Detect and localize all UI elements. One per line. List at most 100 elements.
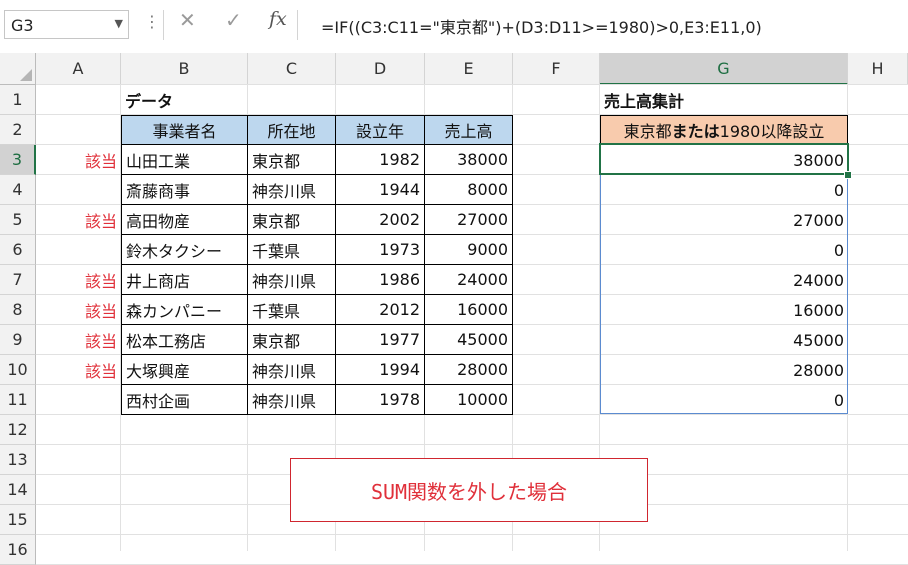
summary-value[interactable]: 0 bbox=[600, 235, 848, 265]
summary-title[interactable]: 売上高集計 bbox=[600, 85, 848, 115]
select-all-icon bbox=[20, 69, 32, 81]
cell-sales[interactable]: 16000 bbox=[425, 295, 513, 325]
match-flag[interactable]: 該当 bbox=[36, 295, 121, 325]
summary-value[interactable]: 16000 bbox=[600, 295, 848, 325]
cell-location[interactable]: 神奈川県 bbox=[248, 265, 336, 295]
summary-value[interactable]: 24000 bbox=[600, 265, 848, 295]
row-header-8[interactable]: 8 bbox=[0, 295, 36, 325]
cell-sales[interactable]: 8000 bbox=[425, 175, 513, 205]
cell-sales[interactable]: 27000 bbox=[425, 205, 513, 235]
match-flag[interactable]: 該当 bbox=[36, 265, 121, 295]
cell-location[interactable]: 神奈川県 bbox=[248, 175, 336, 205]
select-all-corner[interactable] bbox=[0, 53, 36, 85]
summary-value[interactable]: 27000 bbox=[600, 205, 848, 235]
header-sales[interactable]: 売上高 bbox=[425, 115, 513, 145]
fill-handle[interactable] bbox=[844, 171, 852, 179]
row-header-9[interactable]: 9 bbox=[0, 325, 36, 355]
name-box[interactable]: G3 ▼ bbox=[4, 10, 129, 39]
cell-sales[interactable]: 24000 bbox=[425, 265, 513, 295]
cell-sales[interactable]: 38000 bbox=[425, 145, 513, 175]
match-flag[interactable]: 該当 bbox=[36, 205, 121, 235]
chevron-down-icon[interactable]: ▼ bbox=[115, 17, 123, 30]
cell-location[interactable]: 千葉県 bbox=[248, 235, 336, 265]
divider bbox=[163, 10, 164, 40]
column-header-b[interactable]: B bbox=[121, 53, 248, 85]
summary-header-part3: 1980以降設立 bbox=[719, 122, 825, 141]
cell-name[interactable]: 松本工務店 bbox=[121, 325, 248, 355]
cell-year[interactable]: 1977 bbox=[336, 325, 425, 355]
cell-name[interactable]: 山田工業 bbox=[121, 145, 248, 175]
cancel-icon[interactable]: ✕ bbox=[179, 8, 196, 32]
cell-year[interactable]: 2002 bbox=[336, 205, 425, 235]
cell-location[interactable]: 神奈川県 bbox=[248, 385, 336, 415]
summary-value[interactable]: 45000 bbox=[600, 325, 848, 355]
header-name[interactable]: 事業者名 bbox=[121, 115, 248, 145]
formula-bar: G3 ▼ ⋮ ✕ ✓ fx =IF((C3:C11="東京都")+(D3:D11… bbox=[0, 0, 908, 54]
cell-year[interactable]: 1982 bbox=[336, 145, 425, 175]
summary-value[interactable]: 0 bbox=[600, 175, 848, 205]
formula-text: =IF((C3:C11="東京都")+(D3:D11>=1980)>0,E3:E… bbox=[321, 18, 762, 37]
summary-header[interactable]: 東京都 または 1980以降設立 bbox=[600, 115, 848, 145]
cell-name[interactable]: 大塚興産 bbox=[121, 355, 248, 385]
column-header-g[interactable]: G bbox=[600, 53, 848, 85]
cell-year[interactable]: 2012 bbox=[336, 295, 425, 325]
name-box-value: G3 bbox=[11, 16, 34, 35]
cell-name[interactable]: 森カンパニー bbox=[121, 295, 248, 325]
summary-header-part2: または bbox=[671, 122, 720, 141]
cell-year[interactable]: 1994 bbox=[336, 355, 425, 385]
cell-year[interactable]: 1978 bbox=[336, 385, 425, 415]
column-header-e[interactable]: E bbox=[425, 53, 513, 85]
cell-location[interactable]: 東京都 bbox=[248, 205, 336, 235]
cell-sales[interactable]: 9000 bbox=[425, 235, 513, 265]
row-header-1[interactable]: 1 bbox=[0, 85, 36, 115]
summary-value[interactable]: 28000 bbox=[600, 355, 848, 385]
cell-year[interactable]: 1986 bbox=[336, 265, 425, 295]
row-header-15[interactable]: 15 bbox=[0, 505, 36, 535]
summary-value[interactable]: 38000 bbox=[600, 145, 848, 175]
cell-name[interactable]: 高田物産 bbox=[121, 205, 248, 235]
data-title[interactable]: データ bbox=[121, 85, 248, 115]
cell-location[interactable]: 東京都 bbox=[248, 145, 336, 175]
row-header-13[interactable]: 13 bbox=[0, 445, 36, 475]
row-header-4[interactable]: 4 bbox=[0, 175, 36, 205]
cell-location[interactable]: 神奈川県 bbox=[248, 355, 336, 385]
match-flag[interactable]: 該当 bbox=[36, 145, 121, 175]
header-year[interactable]: 設立年 bbox=[336, 115, 425, 145]
header-location[interactable]: 所在地 bbox=[248, 115, 336, 145]
more-dots-icon[interactable]: ⋮ bbox=[144, 12, 160, 31]
column-header-c[interactable]: C bbox=[248, 53, 336, 85]
row-header-14[interactable]: 14 bbox=[0, 475, 36, 505]
cell-name[interactable]: 井上商店 bbox=[121, 265, 248, 295]
cell-year[interactable]: 1973 bbox=[336, 235, 425, 265]
column-header-a[interactable]: A bbox=[36, 53, 121, 85]
row-header-6[interactable]: 6 bbox=[0, 235, 36, 265]
note-text: SUM関数を外した場合 bbox=[370, 479, 568, 504]
column-header-f[interactable]: F bbox=[513, 53, 600, 85]
match-flag[interactable]: 該当 bbox=[36, 325, 121, 355]
row-header-12[interactable]: 12 bbox=[0, 415, 36, 445]
row-header-2[interactable]: 2 bbox=[0, 115, 36, 145]
enter-check-icon[interactable]: ✓ bbox=[225, 8, 242, 32]
summary-header-part1: 東京都 bbox=[623, 122, 672, 141]
match-flag[interactable]: 該当 bbox=[36, 355, 121, 385]
cell-location[interactable]: 東京都 bbox=[248, 325, 336, 355]
cell-name[interactable]: 西村企画 bbox=[121, 385, 248, 415]
cell-name[interactable]: 斎藤商事 bbox=[121, 175, 248, 205]
cell-name[interactable]: 鈴木タクシー bbox=[121, 235, 248, 265]
row-header-3[interactable]: 3 bbox=[0, 145, 36, 175]
row-header-5[interactable]: 5 bbox=[0, 205, 36, 235]
cell-sales[interactable]: 28000 bbox=[425, 355, 513, 385]
row-header-16[interactable]: 16 bbox=[0, 535, 36, 565]
cell-sales[interactable]: 45000 bbox=[425, 325, 513, 355]
cell-year[interactable]: 1944 bbox=[336, 175, 425, 205]
summary-value[interactable]: 0 bbox=[600, 385, 848, 415]
column-header-h[interactable]: H bbox=[848, 53, 908, 85]
cell-location[interactable]: 千葉県 bbox=[248, 295, 336, 325]
function-icon[interactable]: fx bbox=[269, 8, 287, 30]
row-header-11[interactable]: 11 bbox=[0, 385, 36, 415]
formula-input[interactable]: =IF((C3:C11="東京都")+(D3:D11>=1980)>0,E3:E… bbox=[297, 12, 903, 40]
row-header-7[interactable]: 7 bbox=[0, 265, 36, 295]
row-header-10[interactable]: 10 bbox=[0, 355, 36, 385]
cell-sales[interactable]: 10000 bbox=[425, 385, 513, 415]
column-header-d[interactable]: D bbox=[336, 53, 425, 85]
